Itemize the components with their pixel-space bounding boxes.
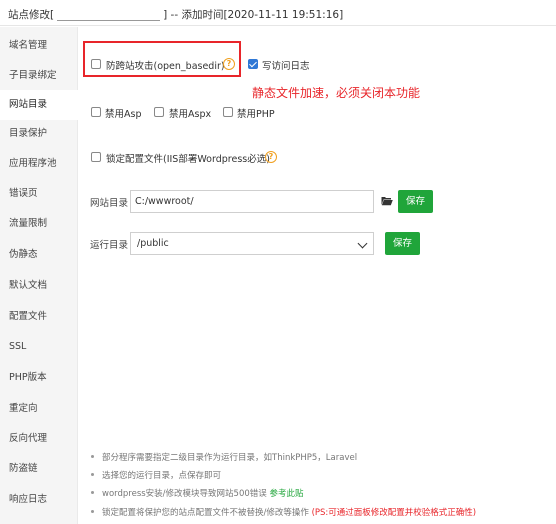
bullet-icon — [91, 473, 94, 476]
run-dir-label: 运行目录 — [90, 240, 129, 251]
sidebar-item-hotlink[interactable]: 防盗链 — [0, 454, 78, 484]
dialog-titlebar: 站点修改[ ] -- 添加时间[2020-11-11 19:51:16] — [0, 0, 556, 26]
sidebar-item-app-pool[interactable]: 应用程序池 — [0, 149, 78, 179]
redacted-site-name — [57, 7, 161, 21]
open-basedir-checkbox[interactable] — [91, 59, 101, 69]
write-log-checkbox[interactable] — [248, 59, 258, 69]
disable-aspx-checkbox[interactable] — [154, 107, 164, 117]
disable-php-label: 禁用PHP — [237, 109, 275, 120]
folder-open-icon[interactable] — [381, 196, 393, 206]
sidebar-item-redirect[interactable]: 重定向 — [0, 394, 78, 424]
sidebar-item-reverse-proxy[interactable]: 反向代理 — [0, 424, 78, 454]
chevron-down-icon — [357, 238, 368, 249]
question-circle-icon[interactable]: ? — [223, 58, 235, 70]
open-basedir-label: 防跨站攻击(open_basedir) — [106, 61, 225, 72]
disable-asp-checkbox[interactable] — [91, 107, 101, 117]
run-dir-select[interactable]: /public — [130, 232, 374, 255]
dialog-title: 站点修改[ ] -- 添加时间[2020-11-11 19:51:16] — [8, 7, 343, 22]
save-run-dir-button[interactable]: 保存 — [385, 232, 420, 255]
sidebar-nav: 域名管理 子目录绑定 网站目录 目录保护 应用程序池 错误页 流量限制 伪静态 … — [0, 27, 78, 524]
sidebar-item-rewrite[interactable]: 伪静态 — [0, 240, 78, 270]
bullet-icon — [91, 510, 94, 513]
write-log-label: 写访问日志 — [262, 61, 310, 72]
save-site-dir-button[interactable]: 保存 — [398, 190, 433, 213]
site-directory-panel: 防跨站攻击(open_basedir) ? 写访问日志 静态文件加速，必须关闭本… — [79, 27, 556, 524]
lock-config-checkbox[interactable] — [91, 152, 101, 162]
site-dir-label: 网站目录 — [90, 198, 129, 209]
bullet-icon — [91, 455, 94, 458]
sidebar-item-dir-protection[interactable]: 目录保护 — [0, 119, 78, 149]
question-circle-icon[interactable]: ? — [265, 151, 277, 163]
sidebar-item-ssl[interactable]: SSL — [0, 332, 78, 362]
site-dir-input[interactable] — [130, 190, 374, 213]
disable-asp-label: 禁用Asp — [105, 109, 142, 120]
sidebar-item-subdir-binding[interactable]: 子目录绑定 — [0, 61, 78, 91]
sidebar-item-config-file[interactable]: 配置文件 — [0, 302, 78, 332]
lock-config-label: 锁定配置文件(IIS部署Wordpress必选) — [106, 154, 270, 165]
annotation-text: 静态文件加速，必须关闭本功能 — [252, 86, 421, 100]
sidebar-item-response-log[interactable]: 响应日志 — [0, 485, 78, 515]
bullet-icon — [91, 491, 94, 494]
sidebar-item-domains[interactable]: 域名管理 — [0, 31, 78, 61]
disable-php-checkbox[interactable] — [223, 107, 233, 117]
sidebar-item-traffic-limit[interactable]: 流量限制 — [0, 209, 78, 239]
disable-aspx-label: 禁用Aspx — [169, 109, 212, 120]
sidebar-item-error-page[interactable]: 错误页 — [0, 179, 78, 209]
run-dir-selected-value: /public — [137, 238, 169, 249]
title-prefix: 站点修改[ — [8, 9, 55, 21]
sidebar-item-site-directory[interactable]: 网站目录 — [0, 90, 78, 120]
reference-link[interactable]: 参考此贴 — [269, 489, 303, 499]
ps-warning-text: (PS:可通过面板修改配置并校验格式正确性) — [311, 508, 477, 518]
sidebar-item-php-version[interactable]: PHP版本 — [0, 363, 78, 393]
sidebar-item-default-doc[interactable]: 默认文档 — [0, 271, 78, 301]
title-suffix: ] -- 添加时间[2020-11-11 19:51:16] — [163, 9, 344, 21]
